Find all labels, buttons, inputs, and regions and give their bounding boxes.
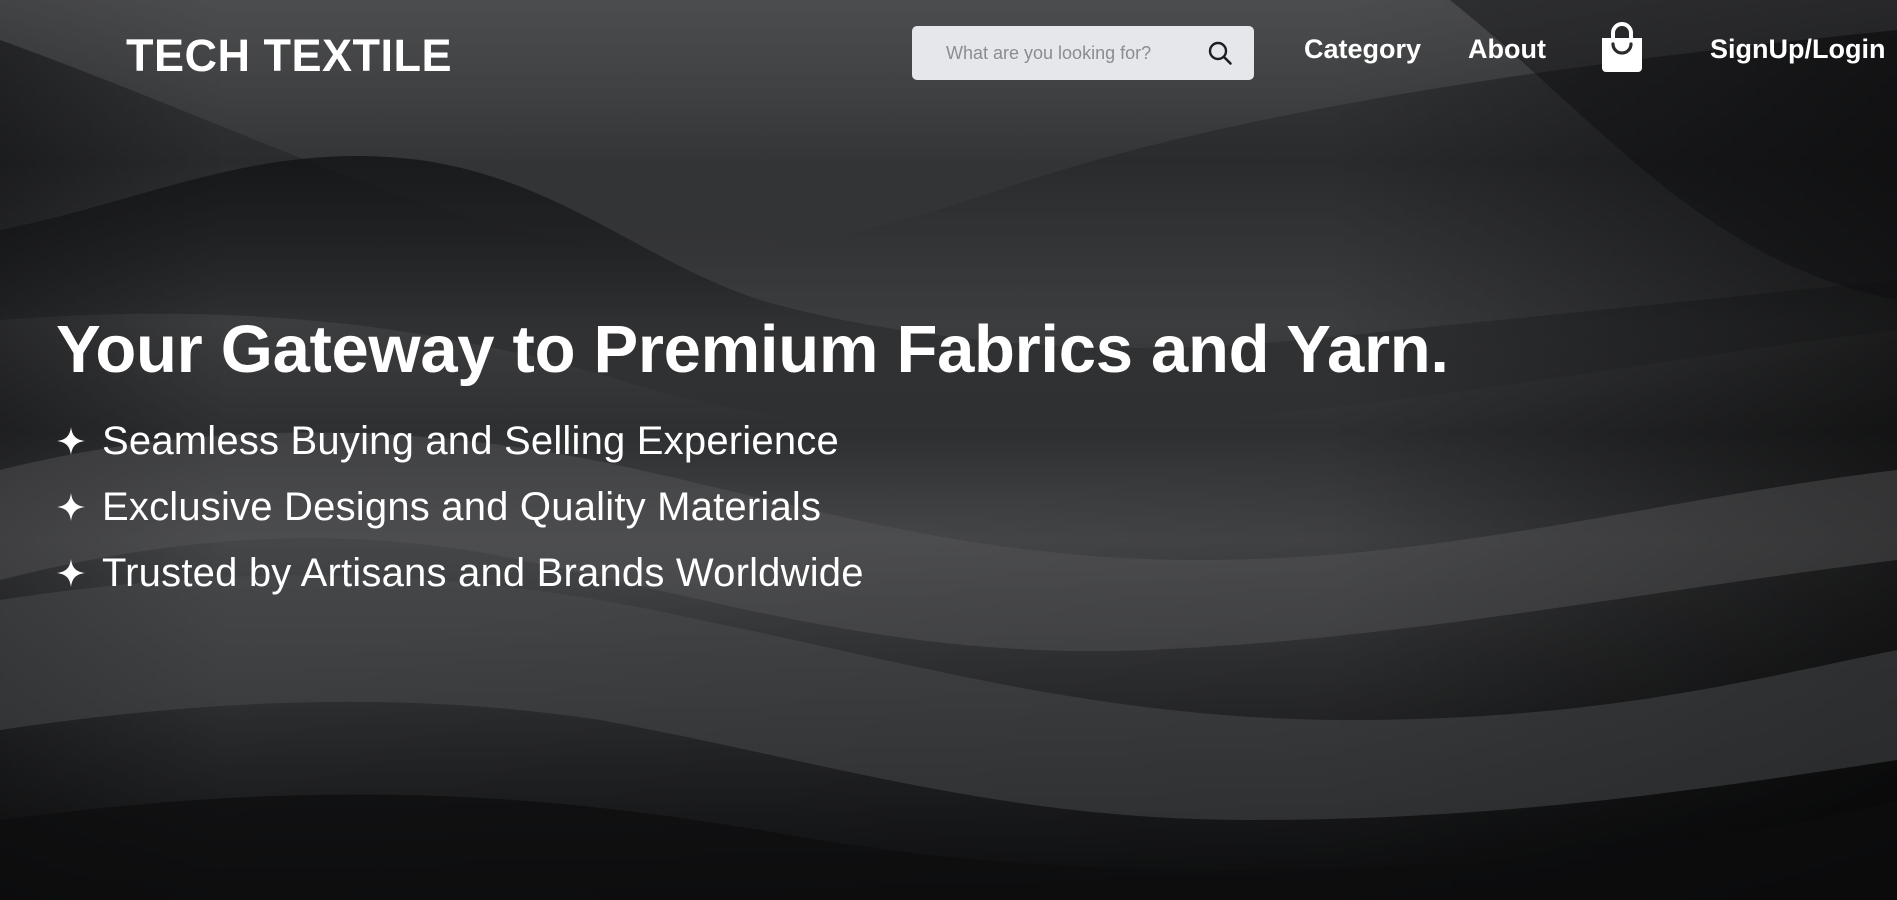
- feature-item: Seamless Buying and Selling Experience: [56, 408, 864, 474]
- sparkle-icon: [57, 559, 85, 587]
- feature-text: Trusted by Artisans and Brands Worldwide: [102, 551, 864, 595]
- feature-list: Seamless Buying and Selling Experience E…: [56, 408, 864, 606]
- feature-item: Exclusive Designs and Quality Materials: [56, 474, 864, 540]
- hero-section: TECH TEXTILE Category About SignUp/Login…: [0, 0, 1897, 900]
- sparkle-icon: [57, 427, 85, 455]
- hero-headline: Your Gateway to Premium Fabrics and Yarn…: [56, 312, 1449, 387]
- feature-text: Exclusive Designs and Quality Materials: [102, 485, 822, 529]
- brand-logo[interactable]: TECH TEXTILE: [126, 30, 452, 82]
- signup-login-link[interactable]: SignUp/Login: [1710, 33, 1885, 65]
- sparkle-icon: [57, 493, 85, 521]
- search-icon[interactable]: [1206, 39, 1234, 67]
- search-bar: [912, 26, 1254, 80]
- nav-about-link[interactable]: About: [1468, 33, 1546, 65]
- feature-text: Seamless Buying and Selling Experience: [102, 419, 839, 463]
- feature-item: Trusted by Artisans and Brands Worldwide: [56, 540, 864, 606]
- nav-category-link[interactable]: Category: [1304, 33, 1421, 65]
- search-input[interactable]: [944, 41, 1206, 65]
- shopping-bag-icon[interactable]: [1600, 22, 1644, 74]
